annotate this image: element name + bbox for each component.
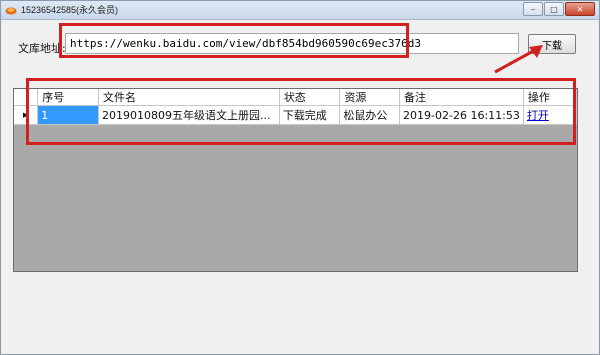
table-row[interactable]: ▶ 1 2019010809五年级语文上册园... 下载完成 松鼠办公 2019… xyxy=(14,105,577,125)
open-link[interactable]: 打开 xyxy=(527,109,549,122)
download-grid: 序号 文件名 状态 资源 备注 操作 ▶ 1 2019010809五年级语文上册… xyxy=(13,88,578,272)
column-header-index[interactable]: 序号 xyxy=(37,89,100,106)
cell-filename[interactable]: 2019010809五年级语文上册园... xyxy=(98,105,280,125)
current-row-arrow-icon: ▶ xyxy=(14,105,39,125)
cell-source[interactable]: 松鼠办公 xyxy=(339,105,401,125)
column-header-action[interactable]: 操作 xyxy=(523,89,577,106)
app-window: 15236542585(永久会员) – □ ✕ 文库地址: 下载 序号 文件名 … xyxy=(0,0,600,355)
table-header-row: 序号 文件名 状态 资源 备注 操作 xyxy=(14,89,577,106)
row-header-corner xyxy=(14,89,39,106)
column-header-source[interactable]: 资源 xyxy=(339,89,401,106)
window-controls: – □ ✕ xyxy=(523,2,595,17)
column-header-filename[interactable]: 文件名 xyxy=(98,89,280,106)
minimize-button[interactable]: – xyxy=(523,2,543,16)
app-logo-icon xyxy=(5,7,17,15)
cell-index[interactable]: 1 xyxy=(37,105,100,125)
window-title: 15236542585(永久会员) xyxy=(21,5,119,15)
column-header-note[interactable]: 备注 xyxy=(399,89,524,106)
close-button[interactable]: ✕ xyxy=(565,2,595,16)
pointer-arrow-icon xyxy=(494,45,543,74)
title-bar[interactable]: 15236542585(永久会员) – □ ✕ xyxy=(1,1,599,20)
cell-status[interactable]: 下载完成 xyxy=(279,105,341,125)
url-input[interactable] xyxy=(65,33,519,54)
download-table: 序号 文件名 状态 资源 备注 操作 ▶ 1 2019010809五年级语文上册… xyxy=(14,89,577,125)
cell-action[interactable]: 打开 xyxy=(523,105,577,125)
maximize-button[interactable]: □ xyxy=(544,2,564,16)
url-label: 文库地址: xyxy=(18,42,66,55)
column-header-status[interactable]: 状态 xyxy=(279,89,341,106)
cell-note[interactable]: 2019-02-26 16:11:53 xyxy=(399,105,524,125)
